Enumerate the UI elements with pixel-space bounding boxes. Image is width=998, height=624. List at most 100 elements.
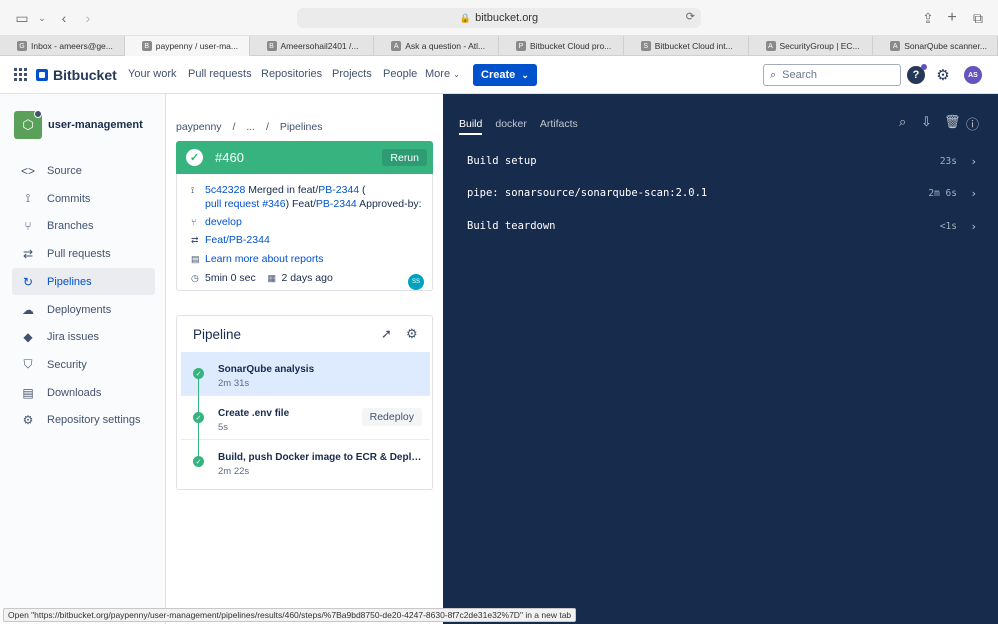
breadcrumb-pipelines[interactable]: Pipelines <box>280 121 323 133</box>
sidebar-item-branches[interactable]: ⑂ Branches <box>12 212 155 239</box>
issue-link[interactable]: PB-2344 <box>318 184 359 196</box>
bitbucket-logo[interactable]: Bitbucket <box>36 67 117 83</box>
source-code-icon: <> <box>21 163 36 178</box>
nav-more-label: More <box>425 68 451 80</box>
user-avatar[interactable]: AS <box>964 66 982 84</box>
pull-request-link[interactable]: pull request #346 <box>205 198 286 210</box>
favicon-icon: A <box>391 41 402 51</box>
gear-icon[interactable]: ⚙ <box>406 326 418 342</box>
rerun-button[interactable]: Rerun <box>382 149 427 166</box>
tab-build[interactable]: Build <box>459 118 483 135</box>
private-lock-icon <box>34 110 42 118</box>
rocket-icon[interactable]: ➚ <box>381 326 392 342</box>
gear-icon: ⚙ <box>22 412 34 427</box>
breadcrumb: paypenny / ... / Pipelines <box>176 121 330 133</box>
nav-people[interactable]: People <box>383 68 417 80</box>
repo-name[interactable]: user-management <box>48 119 143 131</box>
sidebar-item-label: Commits <box>47 192 91 205</box>
nav-pull-requests[interactable]: Pull requests <box>188 68 252 80</box>
breadcrumb-separator: / <box>266 121 269 133</box>
sidebar-item-label: Deployments <box>47 303 112 316</box>
log-section[interactable]: Build teardown <1s › <box>467 220 977 233</box>
url-text: bitbucket.org <box>475 12 539 24</box>
reports-line: ▤ Learn more about reports <box>191 253 323 265</box>
reports-link[interactable]: Learn more about reports <box>205 253 323 265</box>
tab-label: Inbox - ameers@ge... <box>31 41 113 51</box>
sidebar-item-label: Pipelines <box>47 275 92 288</box>
tab-label: Ameersohail2401 /... <box>280 41 359 51</box>
nav-more[interactable]: More ⌄ <box>425 68 460 80</box>
sidebar-item-repository-settings[interactable]: ⚙ Repository settings <box>12 406 155 433</box>
branch-link[interactable]: develop <box>205 216 242 228</box>
new-tab-icon[interactable]: + <box>942 8 962 28</box>
address-bar[interactable]: 🔒 bitbucket.org ⟳ <box>297 8 701 28</box>
step-success-icon: ✓ <box>193 456 204 467</box>
tab-artifacts[interactable]: Artifacts <box>540 118 578 135</box>
nav-your-work[interactable]: Your work <box>128 68 177 80</box>
commit-message: Approved-by: <box>356 198 422 210</box>
app-switcher-icon[interactable] <box>14 68 27 81</box>
download-icon[interactable]: ⇩ <box>921 114 932 130</box>
browser-tab[interactable]: A Ask a question - Atl... <box>374 36 499 56</box>
browser-tab[interactable]: B Ameersohail2401 /... <box>250 36 375 56</box>
log-section[interactable]: pipe: sonarsource/sonarqube-scan:2.0.1 2… <box>467 187 977 200</box>
sidebar-item-deployments[interactable]: ☁ Deployments <box>12 296 155 323</box>
pipeline-step[interactable]: ✓ SonarQube analysis 2m 31s <box>181 352 430 396</box>
trash-icon[interactable]: 🗑 <box>944 114 961 130</box>
sidebar-item-source[interactable]: <> Source <box>12 157 155 184</box>
sidebar-toggle-icon[interactable]: ▭ <box>12 8 32 28</box>
search-input[interactable]: ⌕ Search <box>763 64 901 86</box>
sidebar-item-downloads[interactable]: ▤ Downloads <box>12 379 155 406</box>
nav-repositories[interactable]: Repositories <box>261 68 322 80</box>
author-avatar[interactable]: SS <box>408 274 424 290</box>
redeploy-button[interactable]: Redeploy <box>361 408 422 426</box>
info-icon[interactable]: ⓘ <box>966 114 979 133</box>
report-icon: ▤ <box>191 254 200 264</box>
branch-icon: ⑂ <box>191 217 197 227</box>
sidebar-item-label: Jira issues <box>47 330 99 343</box>
link-status-bar: Open "https://bitbucket.org/paypenny/use… <box>3 608 577 622</box>
source-branch-link[interactable]: Feat/PB-2344 <box>205 234 270 246</box>
log-section[interactable]: Build setup 23s › <box>467 155 977 168</box>
tab-docker[interactable]: docker <box>495 118 527 135</box>
commit-hash-link[interactable]: 5c42328 <box>205 184 245 196</box>
browser-tab[interactable]: A SecurityGroup | EC... <box>749 36 874 56</box>
browser-tab[interactable]: A SonarQube scanner... <box>873 36 998 56</box>
sidebar-item-pipelines[interactable]: ↻ Pipelines <box>12 268 155 295</box>
forward-icon[interactable]: › <box>78 8 98 28</box>
pipeline-step[interactable]: ✓ Create .env file 5s Redeploy <box>181 396 430 440</box>
sidebar-item-commits[interactable]: ⟟ Commits <box>12 185 155 212</box>
issue-link[interactable]: PB-2344 <box>316 198 357 210</box>
sidebar-item-label: Source <box>47 164 82 177</box>
browser-tab[interactable]: S Bitbucket Cloud int... <box>624 36 749 56</box>
commit-icon: ⟟ <box>25 191 31 205</box>
tab-overview-icon[interactable]: ⧉ <box>968 8 988 28</box>
breadcrumb-ellipsis[interactable]: ... <box>246 121 255 133</box>
sidebar-item-label: Repository settings <box>47 413 141 426</box>
log-section-duration: 2m 6s <box>928 188 957 199</box>
browser-tab[interactable]: G Inbox - ameers@ge... <box>0 36 125 56</box>
breadcrumb-workspace[interactable]: paypenny <box>176 121 222 133</box>
sidebar-item-security[interactable]: ⛉ Security <box>12 351 155 378</box>
chevron-down-icon: ⌄ <box>453 70 460 79</box>
breadcrumb-separator: / <box>232 121 236 133</box>
search-placeholder: Search <box>782 69 818 81</box>
create-button[interactable]: Create ⌄ <box>473 64 537 86</box>
back-icon[interactable]: ‹ <box>54 8 74 28</box>
nav-projects[interactable]: Projects <box>332 68 372 80</box>
commit-message: Merged in feat/ <box>245 184 319 196</box>
favicon-icon: S <box>640 41 651 51</box>
search-icon[interactable]: ⌕ <box>899 114 906 130</box>
product-name: Bitbucket <box>53 67 117 83</box>
browser-tab[interactable]: P Bitbucket Cloud pro... <box>499 36 624 56</box>
settings-gear-icon[interactable]: ⚙ <box>934 66 952 84</box>
browser-tab-active[interactable]: Bpaypenny / user-ma... <box>124 36 250 56</box>
sidebar-item-jira-issues[interactable]: ◆ Jira issues <box>12 323 155 350</box>
chevron-down-icon[interactable]: ⌄ <box>32 8 52 28</box>
success-check-icon: ✓ <box>186 149 203 166</box>
sidebar-item-pull-requests[interactable]: ⇄ Pull requests <box>12 240 155 267</box>
share-icon[interactable]: ⇪ <box>918 8 938 28</box>
reload-icon[interactable]: ⟳ <box>686 10 695 23</box>
pipeline-step[interactable]: ✓ Build, push Docker image to ECR & Depl… <box>181 440 430 484</box>
run-meta: ◷ 5min 0 sec ▦ 2 days ago <box>191 272 333 284</box>
